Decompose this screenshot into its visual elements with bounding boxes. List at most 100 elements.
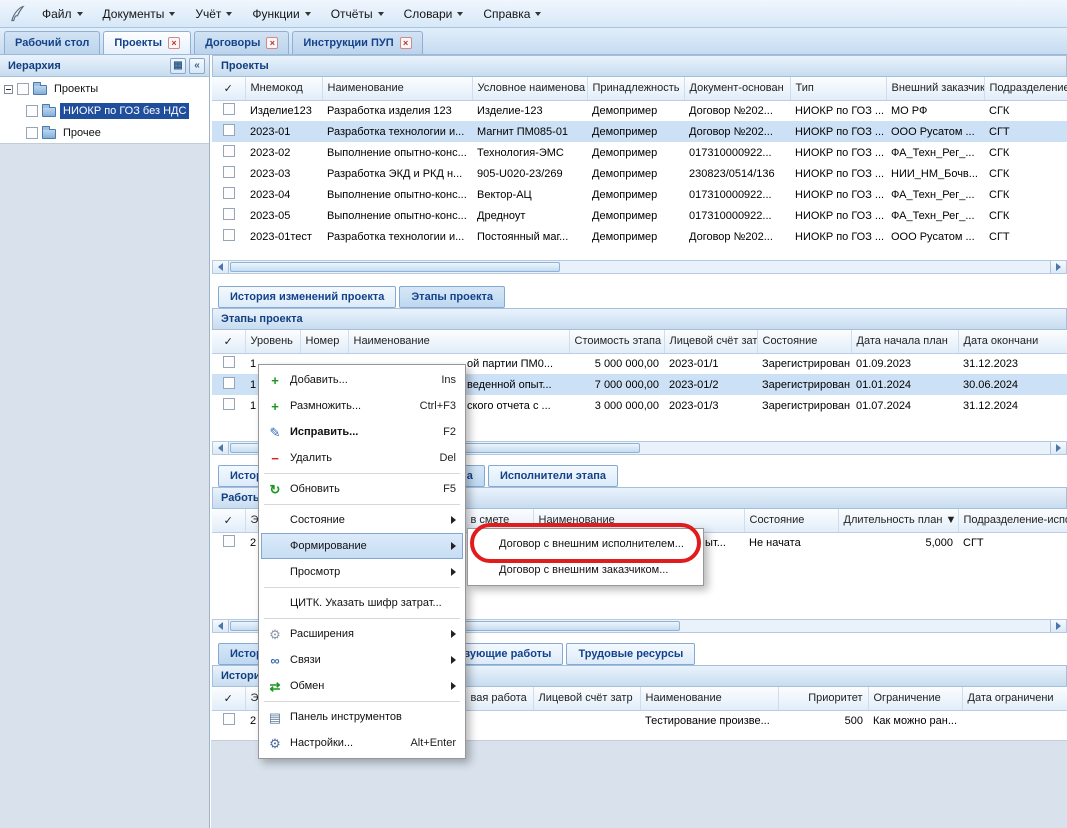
row-checkbox[interactable] <box>223 103 235 115</box>
scroll-right-button[interactable] <box>1050 620 1066 632</box>
row-checkbox[interactable] <box>223 124 235 136</box>
select-all-header[interactable]: ✓ <box>212 687 245 710</box>
context-menu-item-3[interactable]: −УдалитьDel <box>261 445 463 471</box>
scroll-thumb[interactable] <box>230 262 560 272</box>
column-header-5[interactable]: Тип <box>790 77 886 100</box>
context-menu-item-11[interactable]: ЦИТК. Указать шифр затрат... <box>261 590 463 616</box>
section-tab-2[interactable]: Исполнители этапа <box>488 465 618 487</box>
column-header-2[interactable]: вая работа <box>465 687 533 710</box>
tree-checkbox[interactable] <box>17 83 29 95</box>
context-menu-item-2[interactable]: ✎Исправить...F2 <box>261 419 463 445</box>
tree-item-2[interactable]: Прочее <box>0 122 209 144</box>
tab-close-icon[interactable] <box>400 37 412 49</box>
row-checkbox[interactable] <box>223 398 235 410</box>
main-tab-3[interactable]: Инструкции ПУП <box>292 31 422 54</box>
table-row-1[interactable]: 2023-01Разработка технологии и...Магнит … <box>212 121 1067 142</box>
column-header-6[interactable]: Дата начала план <box>851 330 958 353</box>
context-menu-item-18[interactable]: ⚙Настройки...Alt+Enter <box>261 730 463 756</box>
column-header-4[interactable]: Лицевой счёт затрат. <box>664 330 757 353</box>
context-menu-item-9[interactable]: Просмотр <box>261 559 463 585</box>
section-tab-2[interactable]: Трудовые ресурсы <box>566 643 695 665</box>
row-checkbox[interactable] <box>223 356 235 368</box>
tree-checkbox[interactable] <box>26 127 38 139</box>
context-menu-item-14[interactable]: ∞Связи <box>261 647 463 673</box>
scroll-track[interactable] <box>229 261 1050 273</box>
row-checkbox[interactable] <box>223 187 235 199</box>
column-header-7[interactable]: Дата ограничени <box>962 687 1067 710</box>
column-header-5[interactable]: Длительность план ▼ <box>838 509 958 532</box>
context-menu-item-1[interactable]: +Размножить...Ctrl+F3 <box>261 393 463 419</box>
context-menu-item-5[interactable]: ↻ОбновитьF5 <box>261 476 463 502</box>
scroll-right-button[interactable] <box>1050 442 1066 454</box>
row-checkbox[interactable] <box>223 535 235 547</box>
context-menu-item-0[interactable]: +Добавить...Ins <box>261 367 463 393</box>
menubar-item-3[interactable]: Функции <box>242 2 320 26</box>
collapse-panel-button[interactable] <box>189 58 205 74</box>
column-header-2[interactable]: Наименование <box>348 330 569 353</box>
select-all-header[interactable]: ✓ <box>212 509 245 532</box>
menubar-item-1[interactable]: Документы <box>93 2 186 26</box>
submenu-item-0[interactable]: Договор с внешним исполнителем... <box>470 531 701 557</box>
row-checkbox[interactable] <box>223 208 235 220</box>
column-header-6[interactable]: Внешний заказчик <box>886 77 984 100</box>
context-menu-item-15[interactable]: ⇄Обмен <box>261 673 463 699</box>
scroll-left-button[interactable] <box>213 620 229 632</box>
projects-hscrollbar[interactable] <box>212 260 1067 274</box>
select-all-header[interactable]: ✓ <box>212 77 245 100</box>
submenu-item-1[interactable]: Договор с внешним заказчиком... <box>470 557 701 583</box>
column-header-6[interactable]: Ограничение <box>868 687 962 710</box>
context-menu-item-7[interactable]: Состояние <box>261 507 463 533</box>
column-header-5[interactable]: Приоритет <box>778 687 868 710</box>
scroll-left-button[interactable] <box>213 442 229 454</box>
tree-expander-icon[interactable] <box>4 85 13 94</box>
tree-item-1[interactable]: НИОКР по ГОЗ без НДС <box>0 100 209 122</box>
row-checkbox[interactable] <box>223 166 235 178</box>
column-header-4[interactable]: Состояние <box>744 509 838 532</box>
menubar-item-4[interactable]: Отчёты <box>321 2 394 26</box>
table-row-6[interactable]: 2023-01тестРазработка технологии и...Пос… <box>212 226 1067 247</box>
column-header-7[interactable]: Дата окончани <box>958 330 1067 353</box>
column-header-7[interactable]: Подразделение <box>984 77 1067 100</box>
column-header-0[interactable]: Уровень <box>245 330 300 353</box>
column-header-2[interactable]: Условное наименова <box>472 77 587 100</box>
context-menu-item-13[interactable]: ⚙Расширения <box>261 621 463 647</box>
table-row-3[interactable]: 2023-03Разработка ЭКД и РКД н...905-U020… <box>212 163 1067 184</box>
hierarchy-grid-button[interactable] <box>170 58 186 74</box>
menubar-item-5[interactable]: Словари <box>394 2 474 26</box>
main-tab-0[interactable]: Рабочий стол <box>4 31 100 54</box>
menubar-item-6[interactable]: Справка <box>473 2 551 26</box>
column-header-3[interactable]: Принадлежность <box>587 77 684 100</box>
context-menu-item-8[interactable]: Формирование <box>261 533 463 559</box>
main-tab-1[interactable]: Проекты <box>103 31 191 54</box>
column-header-5[interactable]: Состояние <box>757 330 851 353</box>
column-header-6[interactable]: Подразделение-испо... <box>958 509 1067 532</box>
scroll-left-button[interactable] <box>213 261 229 273</box>
column-header-3[interactable]: Лицевой счёт затр <box>533 687 640 710</box>
column-header-1[interactable]: Номер <box>300 330 348 353</box>
main-tab-2[interactable]: Договоры <box>194 31 289 54</box>
row-checkbox[interactable] <box>223 377 235 389</box>
context-menu-item-17[interactable]: ▤Панель инструментов <box>261 704 463 730</box>
row-checkbox[interactable] <box>223 713 235 725</box>
tree-item-0[interactable]: Проекты <box>0 78 209 100</box>
table-row-5[interactable]: 2023-05Выполнение опытно-конс...Дредноут… <box>212 205 1067 226</box>
column-header-4[interactable]: Документ-основан <box>684 77 790 100</box>
section-tab-0[interactable]: История изменений проекта <box>218 286 396 308</box>
table-row-4[interactable]: 2023-04Выполнение опытно-конс...Вектор-А… <box>212 184 1067 205</box>
tab-close-icon[interactable] <box>168 37 180 49</box>
tree-checkbox[interactable] <box>26 105 38 117</box>
row-checkbox[interactable] <box>223 145 235 157</box>
tab-close-icon[interactable] <box>266 37 278 49</box>
column-header-4[interactable]: Наименование <box>640 687 778 710</box>
select-all-header[interactable]: ✓ <box>212 330 245 353</box>
menubar-item-0[interactable]: Файл <box>32 2 93 26</box>
column-header-1[interactable]: Наименование <box>322 77 472 100</box>
row-checkbox[interactable] <box>223 229 235 241</box>
menubar-item-2[interactable]: Учёт <box>185 2 242 26</box>
column-header-3[interactable]: Стоимость этапа <box>569 330 664 353</box>
column-header-0[interactable]: Мнемокод <box>245 77 322 100</box>
table-row-0[interactable]: Изделие123Разработка изделия 123Изделие-… <box>212 100 1067 121</box>
scroll-right-button[interactable] <box>1050 261 1066 273</box>
table-row-2[interactable]: 2023-02Выполнение опытно-конс...Технолог… <box>212 142 1067 163</box>
section-tab-1[interactable]: Этапы проекта <box>399 286 505 308</box>
